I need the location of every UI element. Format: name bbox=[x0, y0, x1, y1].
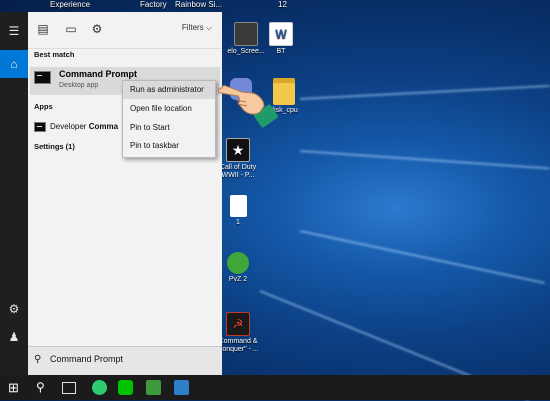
windows-start-icon[interactable]: ⊞ bbox=[8, 380, 23, 395]
menu-item-pin-to-start[interactable]: Pin to Start bbox=[123, 119, 215, 137]
photos-icon[interactable] bbox=[174, 380, 189, 395]
desktop-icon-label: 1 bbox=[236, 219, 240, 226]
wallpaper-beam bbox=[299, 84, 550, 100]
desktop-label[interactable]: Experience bbox=[50, 0, 90, 9]
best-match-heading: Best match bbox=[34, 50, 75, 59]
start-menu-topbar: ▤ ▭ ⚙ Filters ⌵ bbox=[28, 12, 222, 49]
desktop-icon-label: BT bbox=[276, 48, 286, 55]
search-icon[interactable]: ⚲ bbox=[36, 380, 51, 395]
desktop-label[interactable]: Rainbow Si... bbox=[175, 0, 222, 9]
hamburger-menu-icon[interactable]: ☰ bbox=[7, 24, 21, 38]
menu-item-run-as-administrator[interactable]: Run as administrator bbox=[123, 81, 215, 99]
context-menu: Run as administrator Open file location … bbox=[122, 80, 216, 158]
chevron-down-icon: ⌵ bbox=[205, 23, 212, 32]
filters-button[interactable]: Filters ⌵ bbox=[182, 23, 212, 33]
desktop-icon-label: PvZ 2 bbox=[228, 276, 248, 283]
developer-command-prompt-icon bbox=[34, 122, 46, 132]
filters-label: Filters bbox=[181, 23, 204, 32]
search-box[interactable]: ⚲ Command Prompt bbox=[28, 346, 222, 375]
desktop-icon-word-document[interactable]: W BT bbox=[255, 22, 307, 56]
taskbar: ⊞ ⚲ bbox=[0, 375, 550, 400]
desktop-label[interactable]: 12 bbox=[278, 0, 287, 9]
command-prompt-icon bbox=[34, 71, 51, 84]
apps-heading: Apps bbox=[34, 102, 53, 111]
blank-file-icon bbox=[229, 195, 247, 217]
feedback-icon[interactable]: ♟ bbox=[7, 330, 21, 344]
command-conquer-icon: ☭ bbox=[226, 312, 250, 336]
app-item-developer-command-prompt[interactable]: Developer Comma bbox=[50, 122, 118, 131]
gear-icon[interactable]: ⚙ bbox=[7, 302, 21, 316]
line-app-icon[interactable] bbox=[118, 380, 133, 395]
desktop-icon-label: Call of Duty WWII - P... bbox=[219, 164, 257, 179]
search-input[interactable]: Command Prompt bbox=[50, 354, 123, 364]
pointing-hand-icon bbox=[218, 85, 278, 128]
settings-filter-icon[interactable]: ⚙ bbox=[90, 22, 104, 36]
word-document-icon: W bbox=[269, 22, 293, 46]
call-of-duty-icon: ★ bbox=[226, 138, 250, 162]
desktop-icon-label: Command & Conquer" - ... bbox=[217, 338, 259, 353]
app-icon[interactable] bbox=[146, 380, 161, 395]
start-menu-rail: ☰ ⌂ ⚙ ♟ bbox=[0, 12, 28, 375]
menu-item-pin-to-taskbar[interactable]: Pin to taskbar bbox=[123, 137, 215, 155]
desktop-label[interactable]: Factory bbox=[140, 0, 167, 9]
app-item-bold: Comma bbox=[88, 122, 119, 131]
best-match-subtitle: Desktop app bbox=[59, 82, 99, 89]
menu-item-open-file-location[interactable]: Open file location bbox=[123, 100, 215, 118]
app-item-prefix: Developer bbox=[50, 122, 89, 131]
wallpaper-beam bbox=[299, 230, 545, 284]
task-view-icon[interactable] bbox=[62, 382, 76, 394]
documents-icon[interactable]: ▭ bbox=[64, 22, 78, 36]
all-results-icon[interactable]: ▤ bbox=[36, 22, 50, 36]
search-icon: ⚲ bbox=[34, 354, 42, 365]
pvz2-icon bbox=[227, 252, 249, 274]
settings-heading[interactable]: Settings (1) bbox=[34, 142, 75, 151]
start-menu-panel: ▤ ▭ ⚙ Filters ⌵ Best match Command Promp… bbox=[28, 12, 222, 375]
browser-icon[interactable] bbox=[92, 380, 107, 395]
home-icon: ⌂ bbox=[10, 57, 18, 71]
best-match-name: Command Prompt bbox=[59, 69, 138, 79]
wallpaper-beam bbox=[299, 150, 550, 170]
